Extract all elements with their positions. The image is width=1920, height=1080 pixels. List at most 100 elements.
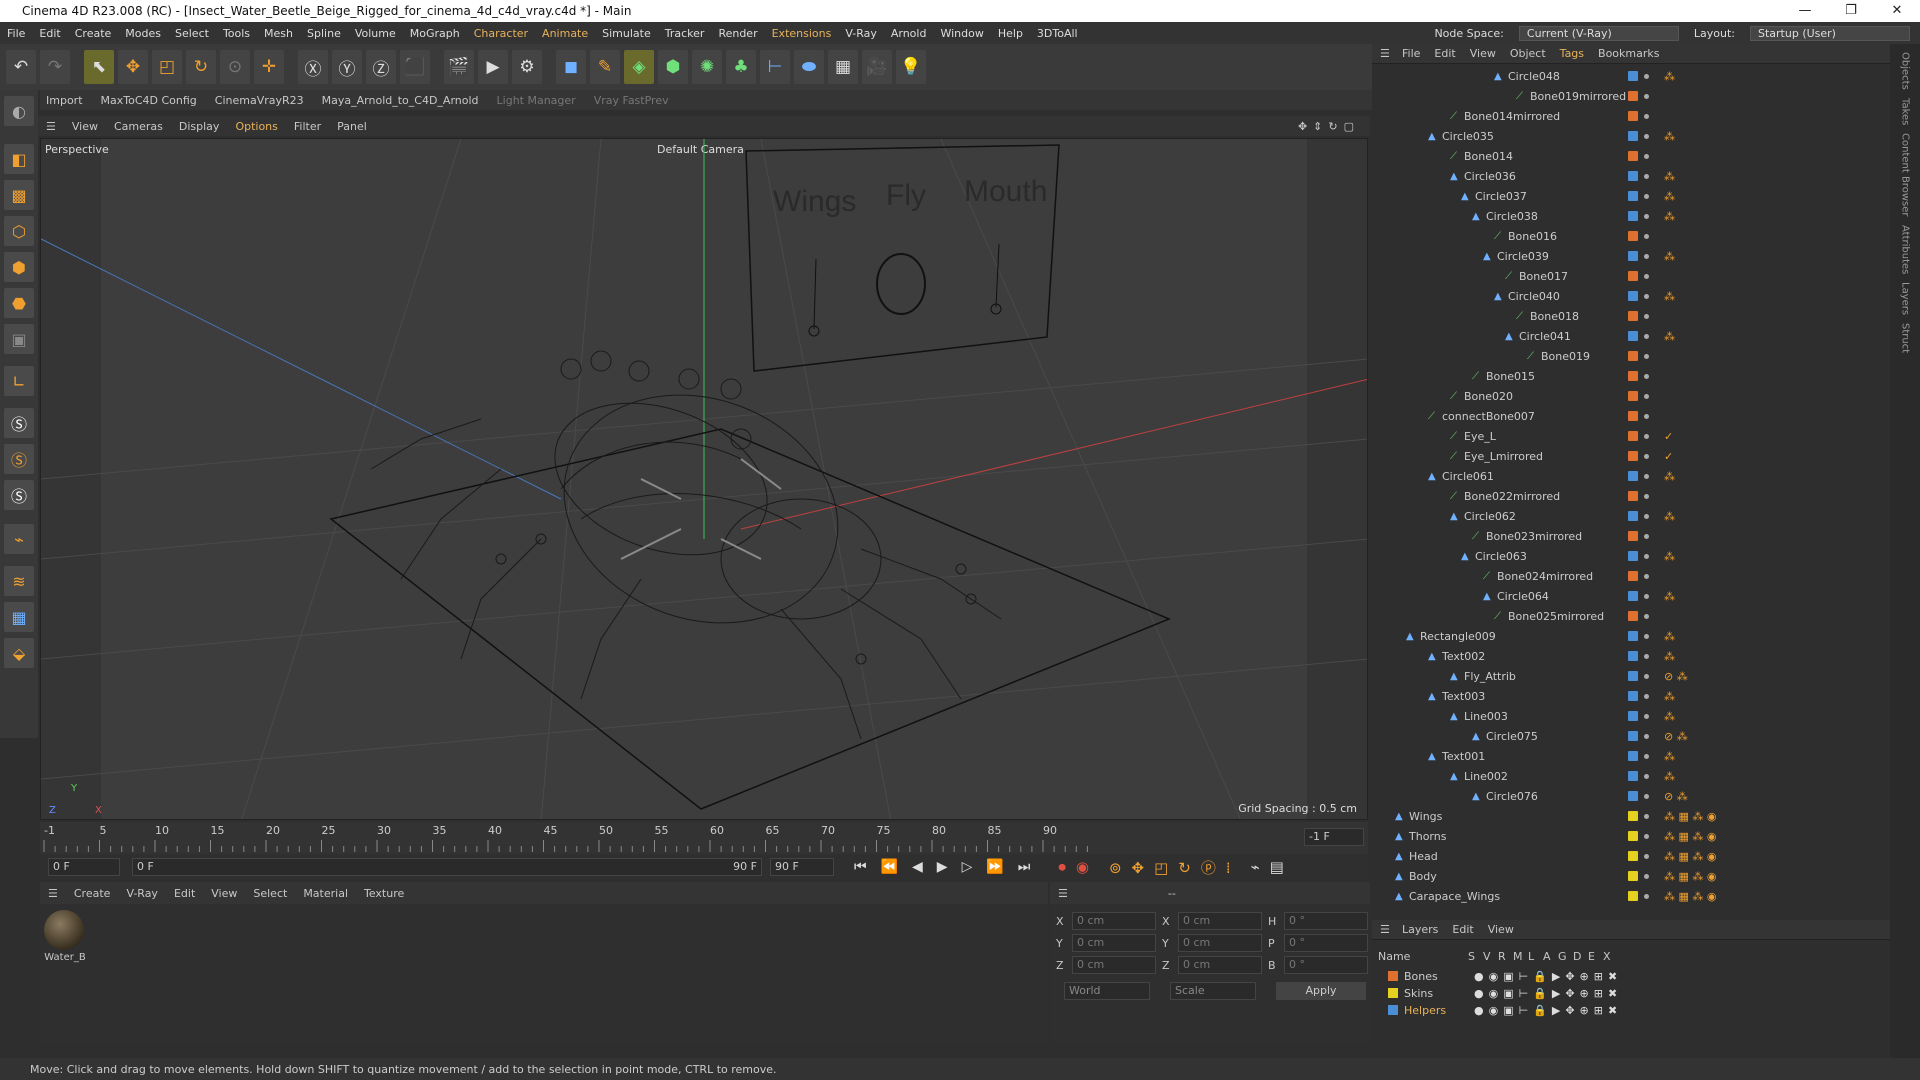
mat-menu-v-ray[interactable]: V-Ray (126, 887, 158, 900)
vp-menu-view[interactable]: View (72, 120, 98, 133)
object-row[interactable]: Bone023mirrored ⟋ (1372, 526, 1872, 546)
close-button[interactable]: ✕ (1874, 0, 1920, 22)
visibility-dot[interactable] (1644, 753, 1649, 759)
end-frame-field[interactable]: 90 F (770, 858, 834, 876)
layer-color-swatch[interactable] (1628, 331, 1638, 341)
object-row[interactable]: Body ▲ ⁂ ▦ ⁂ ◉ (1372, 866, 1872, 886)
object-row[interactable]: Circle039 ▲ ⁂ (1372, 246, 1872, 266)
menu-animate[interactable]: Animate (535, 27, 595, 40)
field-icon[interactable]: ⬬ (794, 50, 824, 84)
import-button[interactable]: Import (46, 94, 83, 107)
start-frame-field[interactable]: 0 F (48, 858, 120, 876)
object-tags[interactable]: ⁂ (1664, 750, 1675, 763)
object-tags[interactable]: ⁂ (1664, 770, 1675, 783)
object-row[interactable]: Circle036 ▲ ⁂ (1372, 166, 1872, 186)
visibility-dot[interactable] (1644, 413, 1649, 419)
layer-toggle-icons[interactable]: ●◉▣⊢🔒▶✥⊕⊞✖ (1474, 1004, 1622, 1017)
object-row[interactable]: Head ▲ ⁂ ▦ ⁂ ◉ (1372, 846, 1872, 866)
layer-color-swatch[interactable] (1628, 511, 1638, 521)
obj-menu-object[interactable]: Object (1510, 47, 1546, 60)
maya-arnold-button[interactable]: Maya_Arnold_to_C4D_Arnold (322, 94, 479, 107)
layer-color-swatch[interactable] (1628, 531, 1638, 541)
visibility-dot[interactable] (1644, 393, 1649, 399)
frame-end-field[interactable]: -1 F (1304, 828, 1364, 846)
axis-mode-icon[interactable]: ∟ (4, 366, 34, 396)
layer-row[interactable]: Skins ●◉▣⊢🔒▶✥⊕⊞✖ (1376, 985, 1876, 1001)
edges-mode-icon[interactable]: ⬢ (4, 252, 34, 282)
object-row[interactable]: Bone014mirrored ⟋ (1372, 106, 1872, 126)
menu-mograph[interactable]: MoGraph (403, 27, 467, 40)
layer-color-swatch[interactable] (1628, 791, 1638, 801)
menu-tools[interactable]: Tools (216, 27, 257, 40)
obj-menu-bookmarks[interactable]: Bookmarks (1598, 47, 1659, 60)
object-row[interactable]: Thorns ▲ ⁂ ▦ ⁂ ◉ (1372, 826, 1872, 846)
object-row[interactable]: Circle076 ▲ ⊘ ⁂ (1372, 786, 1872, 806)
menu-v-ray[interactable]: V-Ray (838, 27, 884, 40)
visibility-dot[interactable] (1644, 213, 1649, 219)
side-tab-struct[interactable]: Struct (1900, 323, 1911, 353)
vray-fastprev-button[interactable]: Vray FastPrev (594, 94, 669, 107)
object-tags[interactable]: ⁂ ▦ ⁂ ◉ (1664, 810, 1716, 823)
visibility-dot[interactable] (1644, 573, 1649, 579)
menu-edit[interactable]: Edit (32, 27, 67, 40)
menu-file[interactable]: File (0, 27, 32, 40)
side-tab-takes[interactable]: Takes (1900, 98, 1911, 125)
snap-icon[interactable]: Ⓢ (4, 408, 34, 438)
object-tags[interactable]: ✓ (1664, 450, 1673, 463)
object-row[interactable]: Bone015 ⟋ (1372, 366, 1872, 386)
coord-field[interactable]: 0 ° (1284, 934, 1368, 952)
vp-menu-options[interactable]: Options (235, 120, 277, 133)
hamburger-icon[interactable]: ☰ (48, 887, 58, 900)
layer-color-swatch[interactable] (1628, 91, 1638, 101)
layer-color-swatch[interactable] (1628, 891, 1638, 901)
visibility-dot[interactable] (1644, 293, 1649, 299)
model-mode-icon[interactable]: ◧ (4, 144, 34, 174)
layer-color-swatch[interactable] (1628, 311, 1638, 321)
layer-color-swatch[interactable] (1628, 611, 1638, 621)
hamburger-icon[interactable]: ☰ (1058, 887, 1068, 900)
layout-dropdown[interactable]: Startup (User) (1750, 25, 1910, 41)
visibility-dot[interactable] (1644, 773, 1649, 779)
texture-mode-icon[interactable]: ▩ (4, 180, 34, 210)
y-axis-icon[interactable]: Ⓨ (332, 50, 362, 84)
coord-field[interactable]: 0 cm (1072, 934, 1156, 952)
node-space-dropdown[interactable]: Current (V-Ray) (1518, 25, 1679, 41)
cinema-vray-button[interactable]: CinemaVrayR23 (215, 94, 304, 107)
layer-color-swatch[interactable] (1628, 371, 1638, 381)
visibility-dot[interactable] (1644, 853, 1649, 859)
object-row[interactable]: Carapace_Wings ▲ ⁂ ▦ ⁂ ◉ (1372, 886, 1872, 906)
object-tags[interactable]: ⁂ (1664, 470, 1675, 483)
layer-menu-layers[interactable]: Layers (1402, 923, 1438, 936)
visibility-dot[interactable] (1644, 473, 1649, 479)
world-dropdown[interactable]: World (1064, 982, 1150, 1000)
vp-menu-panel[interactable]: Panel (337, 120, 367, 133)
menu-3dtoall[interactable]: 3DToAll (1030, 27, 1085, 40)
object-row[interactable]: Bone019mirrored ⟋ (1372, 86, 1872, 106)
visibility-dot[interactable] (1644, 433, 1649, 439)
hamburger-icon[interactable]: ☰ (1380, 47, 1390, 60)
object-row[interactable]: Circle041 ▲ ⁂ (1372, 326, 1872, 346)
coord-field[interactable]: 0 cm (1178, 956, 1262, 974)
side-tab-objects[interactable]: Objects (1900, 52, 1911, 90)
object-row[interactable]: Circle062 ▲ ⁂ (1372, 506, 1872, 526)
minimize-button[interactable]: — (1782, 0, 1828, 22)
object-tags[interactable]: ⁂ ▦ ⁂ ◉ (1664, 850, 1716, 863)
vp-menu-cameras[interactable]: Cameras (114, 120, 163, 133)
layer-color-swatch[interactable] (1628, 771, 1638, 781)
obj-menu-file[interactable]: File (1402, 47, 1420, 60)
object-tags[interactable]: ⁂ (1664, 290, 1675, 303)
visibility-dot[interactable] (1644, 233, 1649, 239)
side-tab-attributes[interactable]: Attributes (1900, 225, 1911, 274)
layer-color-swatch[interactable] (1628, 71, 1638, 81)
layer-color-swatch[interactable] (1628, 251, 1638, 261)
make-editable-icon[interactable]: ◐ (4, 96, 34, 126)
layer-color-swatch[interactable] (1628, 711, 1638, 721)
layer-color-swatch[interactable] (1628, 391, 1638, 401)
object-row[interactable]: Bone017 ⟋ (1372, 266, 1872, 286)
visibility-dot[interactable] (1644, 893, 1649, 899)
vp-menu-display[interactable]: Display (179, 120, 220, 133)
select-tool-icon[interactable]: ⬉ (84, 50, 114, 84)
layer-color-swatch[interactable] (1628, 471, 1638, 481)
spline-icon[interactable]: ⊢ (760, 50, 790, 84)
layer-color-swatch[interactable] (1628, 291, 1638, 301)
